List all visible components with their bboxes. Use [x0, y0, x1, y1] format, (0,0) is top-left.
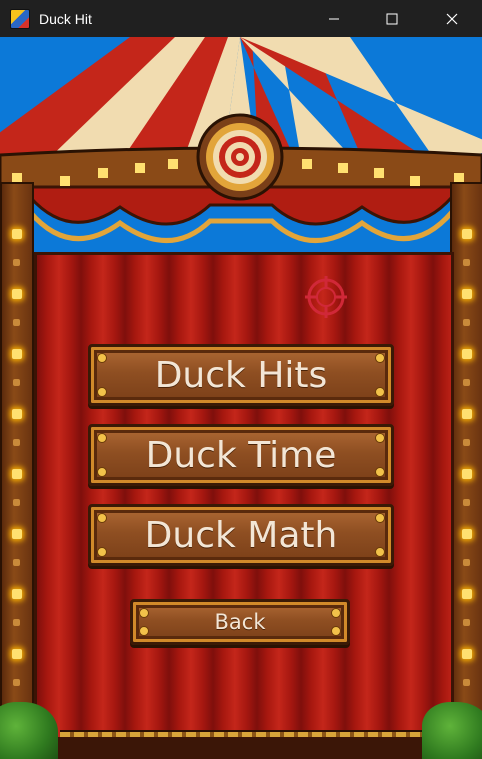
light-bulb	[463, 559, 470, 566]
light-bulb	[462, 409, 472, 419]
stage-curtain	[34, 252, 454, 743]
circus-tent-roof	[0, 37, 482, 243]
rivet-icon	[97, 387, 107, 397]
light-bulb	[12, 469, 22, 479]
light-bulb	[13, 259, 20, 266]
window-title: Duck Hit	[39, 10, 92, 27]
rivet-icon	[375, 513, 385, 523]
stage-floor	[0, 737, 482, 759]
light-bulb	[13, 619, 20, 626]
light-bulb	[12, 649, 22, 659]
rivet-icon	[97, 353, 107, 363]
rivet-icon	[97, 433, 107, 443]
rivet-icon	[331, 626, 341, 636]
duck-hits-label: Duck Hits	[154, 354, 328, 396]
light-bulb	[13, 679, 20, 686]
light-bulb	[13, 319, 20, 326]
rivet-icon	[375, 547, 385, 557]
light-bulb	[462, 529, 472, 539]
light-bulb	[463, 499, 470, 506]
rivet-icon	[331, 608, 341, 618]
light-bulb	[462, 469, 472, 479]
light-bulb	[12, 589, 22, 599]
light-bulb	[13, 559, 20, 566]
duck-math-button[interactable]: Duck Math	[88, 504, 394, 566]
minimize-button[interactable]	[306, 0, 362, 37]
light-bulb	[463, 619, 470, 626]
light-bulb	[462, 589, 472, 599]
rivet-icon	[375, 433, 385, 443]
light-bulb	[12, 289, 22, 299]
light-bulb	[462, 289, 472, 299]
rivet-icon	[97, 513, 107, 523]
light-bulb	[463, 319, 470, 326]
light-bulb	[463, 679, 470, 686]
bush-right	[422, 702, 482, 759]
duck-time-label: Duck Time	[145, 434, 337, 476]
maximize-icon	[386, 13, 398, 24]
light-bulb	[13, 439, 20, 446]
rivet-icon	[97, 467, 107, 477]
rivet-icon	[139, 608, 149, 618]
light-bulb	[13, 379, 20, 386]
rivet-icon	[97, 547, 107, 557]
light-bulb	[463, 259, 470, 266]
rivet-icon	[375, 387, 385, 397]
minimize-icon	[329, 18, 339, 19]
close-icon	[446, 13, 458, 24]
duck-hit-app-icon	[10, 8, 30, 29]
maximize-button[interactable]	[364, 0, 420, 37]
marquee-frame-left	[0, 182, 34, 741]
game-canvas[interactable]: Duck Hits Duck Time Duck Math Back	[0, 37, 482, 759]
crosshair-icon	[305, 276, 347, 318]
light-bulb	[12, 529, 22, 539]
light-bulb	[462, 349, 472, 359]
light-bulb	[462, 229, 472, 239]
rivet-icon	[139, 626, 149, 636]
light-bulb	[13, 499, 20, 506]
light-bulb	[463, 439, 470, 446]
light-bulb	[12, 409, 22, 419]
window-title-bar[interactable]: Duck Hit	[0, 0, 482, 37]
duck-hits-button[interactable]: Duck Hits	[88, 344, 394, 406]
light-bulb	[12, 229, 22, 239]
light-bulb	[463, 379, 470, 386]
bullseye-target-icon	[196, 113, 284, 201]
rivet-icon	[375, 353, 385, 363]
light-bulb	[462, 649, 472, 659]
light-bulb	[12, 349, 22, 359]
back-button[interactable]: Back	[130, 599, 350, 645]
rivet-icon	[375, 467, 385, 477]
duck-time-button[interactable]: Duck Time	[88, 424, 394, 486]
back-label: Back	[214, 610, 266, 634]
close-button[interactable]	[424, 0, 480, 37]
marquee-frame-right	[450, 182, 482, 741]
duck-math-label: Duck Math	[144, 514, 338, 556]
